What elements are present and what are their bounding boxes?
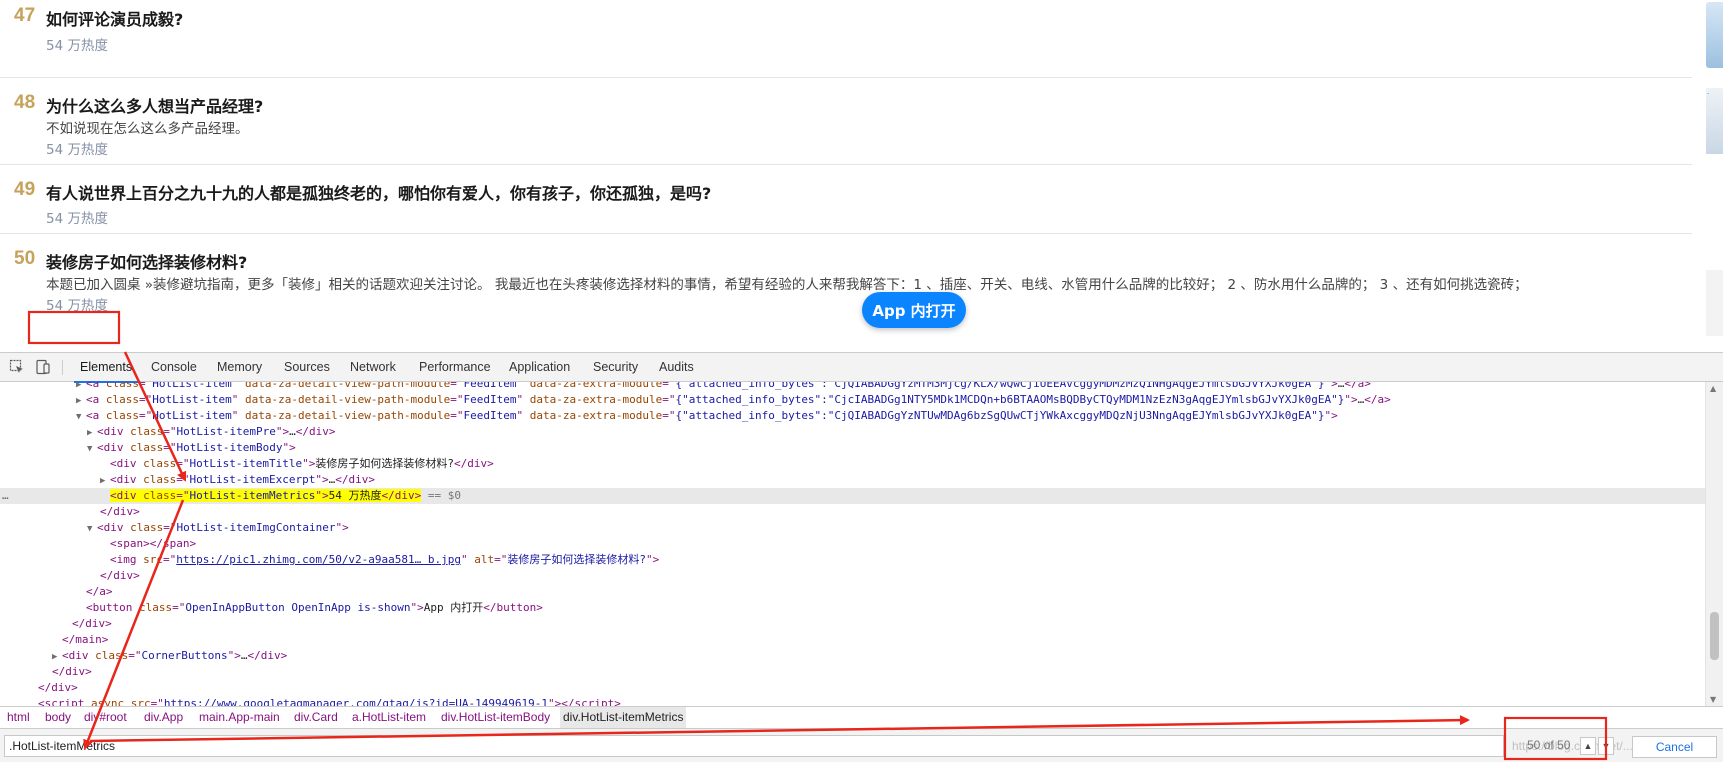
hot-title[interactable]: 如何评论演员成毅? (46, 6, 183, 30)
list-item[interactable]: 50 装修房子如何选择装修材料? 本题已加入圆桌 »装修避坑指南，更多「装修」相… (0, 234, 1692, 352)
expanded-triangle-icon[interactable]: ▼ (87, 441, 97, 457)
dom-node[interactable]: </div> (0, 664, 1705, 680)
hot-list-page: 47 如何评论演员成毅? 54 万热度 48 为什么这么多人想当产品经理? 不如… (0, 0, 1723, 352)
expanded-triangle-icon[interactable]: ▼ (87, 521, 97, 537)
hot-rank: 48 (14, 92, 36, 113)
breadcrumb: html body div#root div.App main.App-main… (0, 706, 1723, 728)
device-toolbar-icon[interactable] (35, 359, 51, 375)
expanded-triangle-icon[interactable]: ▼ (76, 409, 86, 425)
dom-node[interactable]: ▼ <a class="HotList-item" data-za-detail-… (0, 408, 1705, 424)
tab-elements[interactable]: Elements (73, 353, 139, 383)
tab-security[interactable]: Security (593, 353, 638, 382)
toolbar-divider (62, 360, 63, 375)
search-match-count: 50 of 50 (1527, 738, 1571, 752)
search-previous-icon[interactable]: ▲ (1580, 737, 1596, 755)
tab-sources[interactable]: Sources (284, 353, 330, 382)
hot-metrics: 54 万热度 (46, 211, 108, 227)
tab-network[interactable]: Network (350, 353, 396, 382)
more-dots-icon[interactable]: … (2, 488, 9, 504)
scrollbar-thumb[interactable] (1710, 612, 1719, 660)
dom-node[interactable]: <script async src="https://www.googletag… (0, 696, 1705, 706)
dom-node[interactable]: <span></span> (0, 536, 1705, 552)
breadcrumb-item[interactable]: div.Card (291, 707, 341, 728)
scroll-down-icon[interactable]: ▼ (1710, 695, 1716, 704)
open-in-app-button[interactable]: App 内打开 (862, 292, 966, 328)
inspect-element-icon[interactable] (9, 359, 25, 375)
hot-excerpt: 不如说现在怎么这么多产品经理。 (46, 121, 249, 137)
dom-node[interactable]: ▶ <div class="HotList-itemPre">…</div> (0, 424, 1705, 440)
collapsed-triangle-icon[interactable]: ▶ (87, 425, 97, 441)
tab-memory[interactable]: Memory (217, 353, 262, 382)
thumbnail-image[interactable]: · (1706, 88, 1723, 154)
search-next-icon[interactable]: ▼ (1598, 737, 1614, 755)
breadcrumb-item[interactable]: div#root (81, 707, 130, 728)
tree-scrollbar[interactable]: ▲ ▼ (1705, 382, 1723, 706)
collapsed-triangle-icon[interactable]: ▶ (76, 393, 86, 409)
dom-node[interactable]: </div> (0, 680, 1705, 696)
hot-excerpt: 本题已加入圆桌 »装修避坑指南，更多「装修」相关的话题欢迎关注讨论。 我最近也在… (46, 277, 1528, 293)
breadcrumb-item[interactable]: div.HotList-itemBody (438, 707, 553, 728)
dom-node[interactable]: </div> (0, 568, 1705, 584)
scroll-up-icon[interactable]: ▲ (1710, 384, 1716, 393)
hot-title[interactable]: 有人说世界上百分之九十九的人都是孤独终老的，哪怕你有爱人，你有孩子，你还孤独，是… (46, 180, 711, 204)
hot-title[interactable]: 为什么这么多人想当产品经理? (46, 93, 263, 117)
breadcrumb-item[interactable]: html (4, 707, 33, 728)
hot-metrics: 54 万热度 (46, 298, 108, 314)
hot-rank: 47 (14, 5, 36, 26)
search-bar: https://blog.csdn.net/..._429 50 of 50 ▲… (0, 728, 1723, 762)
hot-rank: 49 (14, 179, 36, 200)
hot-title[interactable]: 装修房子如何选择装修材料? (46, 249, 247, 273)
search-input[interactable] (4, 735, 1504, 757)
hot-metrics: 54 万热度 (46, 38, 108, 54)
dom-node[interactable]: <button class="OpenInAppButton OpenInApp… (0, 600, 1705, 616)
dom-node[interactable]: ▶ <a class="HotList-item" data-za-detail-… (0, 382, 1705, 392)
thumbnail-image[interactable] (1706, 270, 1723, 336)
tab-application[interactable]: Application (509, 353, 570, 382)
tab-audits[interactable]: Audits (659, 353, 694, 382)
dom-node[interactable]: ▶ <a class="HotList-item" data-za-detail-… (0, 392, 1705, 408)
hot-metrics: 54 万热度 (46, 142, 108, 158)
dom-node[interactable]: </div> (0, 616, 1705, 632)
list-item[interactable]: 49 有人说世界上百分之九十九的人都是孤独终老的，哪怕你有爱人，你有孩子，你还孤… (0, 165, 1692, 234)
elements-tree[interactable]: ▶ <a class="HotList-item" data-za-detail-… (0, 382, 1705, 706)
list-item[interactable]: 48 为什么这么多人想当产品经理? 不如说现在怎么这么多产品经理。 54 万热度 (0, 78, 1692, 165)
dom-node[interactable]: <div class="HotList-itemTitle">装修房子如何选择装… (0, 456, 1705, 472)
dom-node[interactable]: </main> (0, 632, 1705, 648)
collapsed-triangle-icon[interactable]: ▶ (52, 649, 62, 665)
dom-node[interactable]: </div> (0, 504, 1705, 520)
tab-console[interactable]: Console (151, 353, 197, 382)
breadcrumb-item[interactable]: div.App (141, 707, 186, 728)
dom-node[interactable]: </a> (0, 584, 1705, 600)
list-item[interactable]: 47 如何评论演员成毅? 54 万热度 (0, 0, 1692, 78)
image-src-link[interactable]: https://pic1.zhimg.com/50/v2-a9aa581… b.… (176, 553, 461, 566)
dom-node[interactable]: ▶ <div class="CornerButtons">…</div> (0, 648, 1705, 664)
breadcrumb-item-current[interactable]: div.HotList-itemMetrics (560, 707, 687, 728)
dom-node[interactable]: ▼ <div class="HotList-itemImgContainer"> (0, 520, 1705, 536)
tab-performance[interactable]: Performance (419, 353, 491, 382)
dom-node[interactable]: ▼ <div class="HotList-itemBody"> (0, 440, 1705, 456)
breadcrumb-item[interactable]: body (42, 707, 74, 728)
dom-node[interactable]: <img src="https://pic1.zhimg.com/50/v2-a… (0, 552, 1705, 568)
breadcrumb-item[interactable]: main.App-main (196, 707, 283, 728)
devtools-tab-bar: Elements Console Memory Sources Network … (0, 353, 1723, 383)
devtools-panel: Elements Console Memory Sources Network … (0, 352, 1723, 762)
breadcrumb-item[interactable]: a.HotList-item (349, 707, 429, 728)
dom-node-selected[interactable]: … <div class="HotList-itemMetrics">54 万热度… (0, 488, 1705, 504)
dom-node[interactable]: ▶ <div class="HotList-itemExcerpt">…</div… (0, 472, 1705, 488)
search-cancel-button[interactable]: Cancel (1632, 736, 1717, 758)
collapsed-triangle-icon[interactable]: ▶ (100, 473, 110, 489)
thumbnail-image[interactable] (1706, 2, 1723, 68)
hot-rank: 50 (14, 248, 36, 269)
